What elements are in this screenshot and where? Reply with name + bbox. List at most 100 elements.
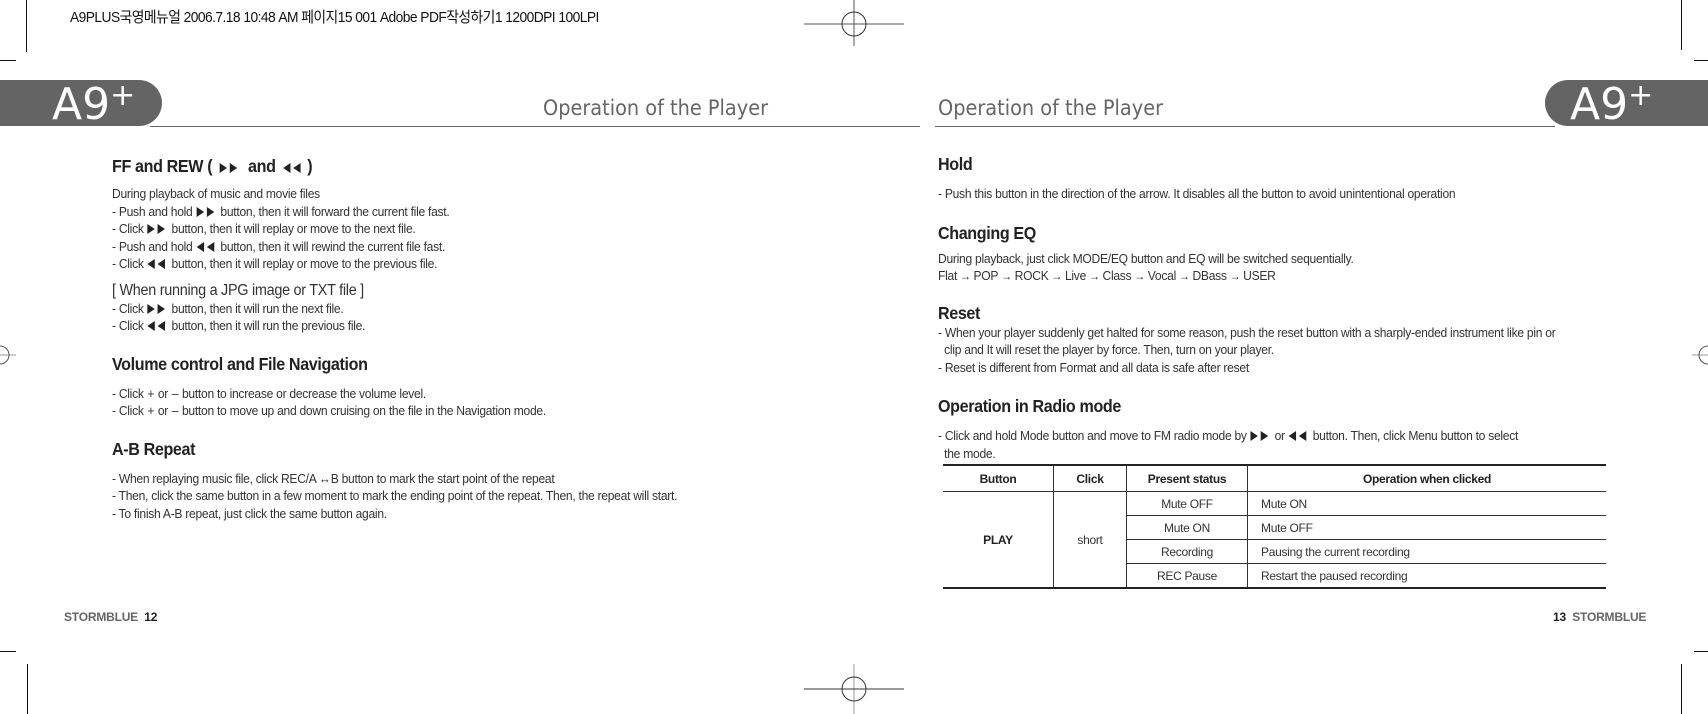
print-slug: A9PLUS국영메뉴얼 2006.7.18 10:48 AM 페이지15 001…: [70, 9, 599, 26]
rewind-icon: [196, 238, 216, 256]
crop-mark: [0, 651, 16, 652]
plus-icon: +: [147, 385, 155, 401]
registration-mark-top: [804, 0, 904, 46]
cell-operation: Mute OFF: [1247, 515, 1606, 540]
page-number: 13: [1553, 610, 1566, 624]
text: or: [157, 403, 169, 418]
text: button, then it will forward the current…: [220, 203, 450, 219]
text: button, then it will replay or move to t…: [171, 221, 416, 236]
arrow-right-icon: →: [1229, 269, 1241, 283]
heading-text: FF and REW (: [112, 156, 213, 176]
play-button-operations-table: Button Click Present status Operation wh…: [943, 464, 1606, 589]
text: - Click: [112, 403, 144, 418]
eq-preset: Class: [1102, 268, 1132, 283]
arrow-right-icon: →: [959, 269, 971, 283]
eq-preset: DBass: [1192, 268, 1227, 283]
text: - Click: [112, 385, 144, 401]
list-item: - Click button, then it will replay or mo…: [112, 255, 763, 273]
arrow-right-icon: →: [1178, 269, 1190, 283]
list-item: - Push and hold button, then it will forw…: [112, 203, 763, 221]
registration-mark-right: [1692, 345, 1708, 365]
text: - Click: [112, 256, 144, 271]
column-header-status: Present status: [1126, 465, 1248, 492]
text: - Push and hold: [112, 203, 193, 219]
brand-logo-left: A9+: [0, 80, 162, 128]
eq-preset: Flat: [938, 268, 958, 283]
cell-status: Recording: [1126, 539, 1248, 564]
crop-mark: [1681, 0, 1682, 50]
list-item: - Then, click the same button in a few m…: [112, 488, 678, 503]
section-heading-volume: Volume control and File Navigation: [112, 353, 368, 374]
footer-brand: STORMBLUE: [64, 610, 138, 624]
minus-icon: –: [171, 403, 179, 418]
fast-forward-icon: [1250, 427, 1270, 445]
footer-right: 13 STORMBLUE: [1553, 610, 1646, 624]
list-item: - Reset is different from Format and all…: [938, 359, 1249, 375]
text: - Click: [112, 221, 144, 236]
rewind-icon: [1288, 427, 1309, 445]
column-header-button: Button: [943, 465, 1054, 492]
right-page-content: Hold - Push this button in the direction…: [938, 154, 1608, 462]
text: button, then it will run the previous fi…: [171, 318, 366, 333]
column-header-click: Click: [1053, 465, 1127, 492]
heading-text: ): [307, 156, 313, 176]
arrow-right-icon: →: [1134, 269, 1146, 283]
text: - Click: [112, 300, 144, 316]
eq-preset: USER: [1243, 268, 1276, 283]
cell-button: PLAY: [943, 491, 1054, 589]
text: button to increase or decrease the volum…: [181, 385, 426, 401]
crop-mark: [1681, 664, 1682, 714]
page-title-left: Operation of the Player: [543, 96, 769, 120]
section-heading-hold: Hold: [938, 154, 973, 174]
section-heading-eq: Changing EQ: [938, 222, 1036, 243]
text: - Click and hold Mode button and move to…: [938, 428, 1247, 443]
crop-mark: [0, 60, 16, 61]
arrow-right-icon: →: [1088, 269, 1100, 283]
fast-forward-icon: [147, 220, 167, 238]
column-header-operation: Operation when clicked: [1247, 465, 1606, 492]
fast-forward-icon: [196, 203, 216, 221]
text: button, then it will run the next file.: [171, 300, 344, 316]
logo-text: A9: [52, 79, 111, 130]
cell-operation: Mute ON: [1247, 491, 1606, 516]
list-item: - Click and hold Mode button and move to…: [938, 427, 1561, 445]
paragraph: During playback, just click MODE/EQ butt…: [938, 250, 1354, 266]
crop-mark: [1694, 60, 1708, 61]
header-rule-left: [150, 126, 920, 127]
page-number: 12: [144, 610, 158, 624]
list-item: - Click + or – button to move up and down cr…: [112, 402, 763, 420]
cell-status: Mute ON: [1126, 515, 1248, 540]
eq-preset: POP: [973, 268, 999, 283]
logo-text: A9: [1570, 79, 1629, 130]
crop-mark: [1694, 651, 1708, 652]
header-rule-right: [935, 126, 1555, 127]
list-item: - To finish A-B repeat, just click the s…: [112, 505, 387, 521]
cell-operation: Restart the paused recording: [1247, 563, 1606, 589]
minus-icon: –: [171, 385, 179, 401]
table-row: PLAY short Mute OFF Mute ON: [943, 491, 1606, 589]
list-item: - Click button, then it will replay or mo…: [112, 220, 763, 238]
rewind-icon: [147, 317, 167, 335]
list-item: - When your player suddenly get halted f…: [938, 324, 1556, 340]
cell-click: short: [1053, 491, 1127, 589]
rewind-icon: [283, 156, 303, 177]
fast-forward-icon: [147, 300, 167, 318]
list-item: the mode.: [938, 445, 996, 461]
eq-preset: ROCK: [1014, 268, 1049, 283]
heading-text: and: [248, 156, 276, 176]
logo-plus: +: [1628, 78, 1654, 113]
brand-logo-right: A9+: [1545, 78, 1708, 128]
section-heading-reset: Reset: [938, 302, 981, 323]
footer-left: STORMBLUE 12: [64, 610, 157, 624]
cell-status: Mute OFF: [1126, 491, 1248, 516]
registration-mark-bottom: [804, 664, 904, 714]
text: button. Then, click Menu button to selec…: [1312, 428, 1519, 443]
subheading-jpg-txt: [ When running a JPG image or TXT file ]: [112, 281, 364, 299]
text: button to move up and down cruising on t…: [181, 403, 546, 418]
rewind-icon: [147, 255, 167, 273]
text: button, then it will rewind the current …: [220, 238, 446, 254]
arrow-right-icon: →: [1051, 269, 1063, 283]
section-heading-ab-repeat: A-B Repeat: [112, 438, 196, 459]
registration-mark-left: [0, 345, 16, 365]
table-header-row: Button Click Present status Operation wh…: [943, 465, 1606, 492]
